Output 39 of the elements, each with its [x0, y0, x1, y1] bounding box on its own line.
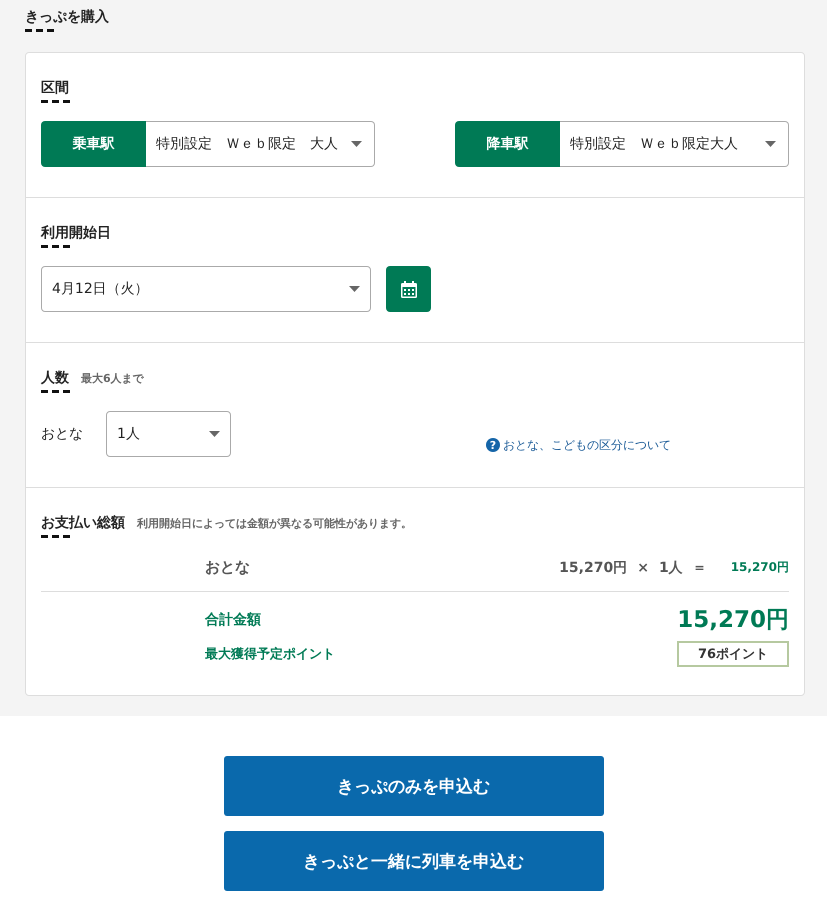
station-select[interactable]: 特別設定 Ｗｅｂ限定大人 — [560, 121, 789, 167]
section-heading: きっぷを購入 — [25, 8, 109, 26]
section-heading: お支払い総額 — [41, 514, 125, 532]
date-select[interactable]: 4月12日（火） — [41, 266, 371, 312]
fare-label: おとな — [205, 558, 250, 577]
heading-underline — [41, 535, 70, 538]
points-value: 76ポイント — [677, 641, 789, 667]
passenger-label: おとな — [41, 425, 84, 443]
station-select[interactable]: 特別設定 Ｗｅｂ限定 大人 — [146, 121, 375, 167]
caret-icon — [765, 141, 776, 147]
total-amount: 15,270円 — [677, 606, 789, 635]
heading-underline — [41, 390, 70, 393]
note-text: 最大6人まで — [81, 371, 144, 386]
note-text: 利用開始日によっては金額が異なる可能性があります。 — [137, 516, 412, 531]
calendar-button[interactable] — [386, 266, 431, 312]
subtotal: 15,270円 — [730, 559, 789, 576]
apply-button[interactable]: きっぷのみを申込む — [224, 756, 604, 816]
total-label: 合計金額 — [205, 610, 261, 628]
times-sign: × — [637, 560, 649, 576]
equals-sign: ＝ — [692, 558, 707, 576]
heading-underline — [41, 245, 70, 248]
section-heading: 利用開始日 — [41, 224, 111, 242]
caret-icon — [349, 286, 360, 292]
station-label: 乗車駅 — [41, 121, 146, 167]
heading-underline — [25, 29, 54, 32]
section-heading: 区間 — [41, 79, 69, 97]
calendar-icon — [398, 280, 418, 298]
help-icon: ? — [486, 438, 500, 452]
caret-icon — [351, 141, 362, 147]
heading-underline — [41, 100, 70, 103]
person-count: 1人 — [658, 558, 683, 576]
caret-icon — [209, 431, 220, 437]
passenger-select[interactable]: 1人 — [106, 411, 231, 457]
station-label: 降車駅 — [455, 121, 560, 167]
unit-price: 15,270円 — [559, 558, 628, 576]
points-label: 最大獲得予定ポイント — [205, 646, 335, 663]
section-heading: 人数 — [41, 369, 69, 387]
apply-button[interactable]: きっぷと一緒に列車を申込む — [224, 831, 604, 891]
help-link[interactable]: ? おとな、こどもの区分について — [486, 436, 671, 454]
